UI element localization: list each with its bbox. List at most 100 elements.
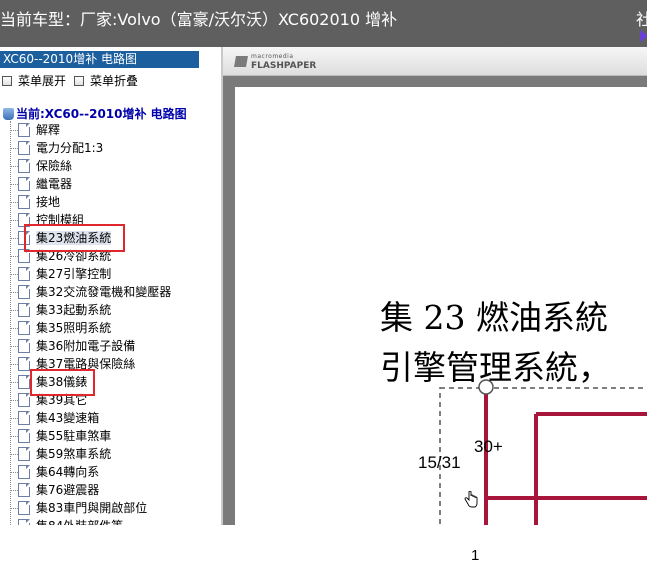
tree-item[interactable]: 集32交流發電機和變壓器 (10, 283, 171, 301)
viewer-toolbar: macromedia FLASHPAPER (223, 47, 647, 76)
flashpaper-logo-icon (234, 56, 248, 67)
terminal-label-30: 30+ (474, 437, 503, 456)
tree-item[interactable]: 集83車門與開啟部位 (10, 499, 147, 517)
highlight-box-fuel-system (24, 224, 125, 252)
tree-connector (10, 184, 18, 185)
hand-cursor-icon (464, 491, 478, 508)
tree-item[interactable]: 接地 (10, 193, 60, 211)
document-icon (18, 446, 30, 461)
page-heading-2: 引擎管理系統， (380, 348, 611, 387)
tree-item[interactable]: 集84外裝部件等 (10, 517, 123, 525)
tree-item[interactable]: 集59煞車系統 (10, 445, 111, 463)
tree-item-label: 集43變速箱 (36, 411, 100, 425)
logo-brand-big: FLASHPAPER (251, 61, 317, 71)
tree-item[interactable]: 繼電器 (10, 175, 72, 193)
document-icon (18, 140, 30, 155)
document-icon (18, 356, 30, 371)
document-icon (18, 320, 30, 335)
tree-connector (10, 274, 18, 275)
tree-item-label: 集59煞車系統 (36, 447, 112, 461)
tree-item[interactable]: 集27引擎控制 (10, 265, 111, 283)
tree-item-label: 集76避震器 (36, 483, 100, 497)
document-page[interactable]: 集 23 燃油系統 引擎管理系統， 30+ 15/31 1 (235, 87, 647, 564)
tree-connector (10, 508, 18, 509)
document-icon (18, 482, 30, 497)
tree-connector (10, 472, 18, 473)
tree-item-label: 集83車門與開啟部位 (36, 501, 148, 515)
tree-connector (10, 400, 18, 401)
document-icon (18, 338, 30, 353)
tree-item-label: 繼電器 (36, 177, 73, 191)
tree-item-label: 接地 (36, 195, 61, 209)
menu-collapse-label: 菜单折叠 (90, 74, 139, 88)
tree-connector (10, 382, 18, 383)
document-icon (18, 410, 30, 425)
tree-root[interactable]: 当前:XC60--2010增补 电路图 (3, 105, 187, 122)
tree-item[interactable]: 保險絲 (10, 157, 72, 175)
tree-connector (10, 364, 18, 365)
document-icon (18, 176, 30, 191)
tree-item-label: 集35照明系統 (36, 321, 112, 335)
tree-item[interactable]: 解釋 (10, 121, 60, 139)
tree-item-label: 電力分配1:3 (36, 141, 104, 155)
tree-item-label: 保險絲 (36, 159, 73, 173)
menu-collapse-button[interactable]: 菜单折叠 (74, 72, 138, 89)
tree-item-label: 解釋 (36, 123, 61, 137)
tree-item[interactable]: 集55駐車煞車 (10, 427, 111, 445)
document-icon (18, 158, 30, 173)
document-icon (18, 428, 30, 443)
tree-item-label: 集55駐車煞車 (36, 429, 112, 443)
tree-item-label: 集84外裝部件等 (36, 519, 123, 525)
tree-connector (10, 130, 18, 131)
tree-connector (10, 220, 18, 221)
tree-connector (10, 238, 18, 239)
tree-item-label: 集33起動系統 (36, 303, 112, 317)
tree-item[interactable]: 集43變速箱 (10, 409, 99, 427)
document-icon (18, 302, 30, 317)
tree-connector (10, 148, 18, 149)
document-icon (18, 122, 30, 137)
document-icon (18, 374, 30, 389)
root-folder-icon (3, 107, 14, 120)
tree-root-label: 当前:XC60--2010增补 电路图 (16, 107, 187, 121)
tree-item-label: 集32交流發電機和變壓器 (36, 285, 172, 299)
tree-item[interactable]: 集76避震器 (10, 481, 99, 499)
tree-connector (10, 310, 18, 311)
window-title: 当前车型：厂家:Volvo（富豪/沃尔沃）XC602010 增补 (0, 10, 398, 29)
terminal-label-15-31: 15/31 (418, 453, 461, 472)
tree-item-label: 集36附加電子設備 (36, 339, 136, 353)
tree-connector (10, 436, 18, 437)
logo-brand-small: macromedia (251, 53, 294, 60)
collapse-box-icon (74, 75, 84, 86)
tree-connector (10, 256, 18, 257)
sidebar-header: XC60--2010增补 电路图 (0, 51, 199, 68)
page-heading-1: 集 23 燃油系統 (380, 298, 608, 337)
tree-connector (10, 346, 18, 347)
document-icon (18, 518, 30, 525)
tree-item-label: 集64轉向系 (36, 465, 100, 479)
tree-item[interactable]: 集33起動系統 (10, 301, 111, 319)
menu-expand-button[interactable]: 菜单展开 (2, 72, 66, 89)
tree-item-label: 集27引擎控制 (36, 267, 112, 281)
tree-connector (10, 418, 18, 419)
document-icon (18, 392, 30, 407)
document-icon (18, 500, 30, 515)
document-icon (18, 464, 30, 479)
menu-expand-label: 菜单展开 (18, 74, 67, 88)
tree-connector (10, 454, 18, 455)
title-bar: 当前车型：厂家:Volvo（富豪/沃尔沃）XC602010 增补 社 (0, 0, 647, 47)
terminal-label-1: 1 (471, 547, 480, 564)
sidebar: XC60--2010增补 电路图 菜单展开 菜单折叠 当前:XC60--2010… (0, 47, 223, 525)
title-right-fragment: 社 (636, 10, 647, 29)
tree-connector (10, 490, 18, 491)
document-icon (18, 266, 30, 281)
play-arrow-icon[interactable] (640, 30, 647, 42)
tree-item[interactable]: 電力分配1:3 (10, 139, 103, 157)
tree-connector (10, 202, 18, 203)
document-viewer: macromedia FLASHPAPER 集 23 燃油系統 引擎管理系統， … (223, 47, 647, 564)
tree-item[interactable]: 集35照明系統 (10, 319, 111, 337)
tree-item[interactable]: 集64轉向系 (10, 463, 99, 481)
tree-connector (10, 292, 18, 293)
tree-item[interactable]: 集36附加電子設備 (10, 337, 135, 355)
document-icon (18, 284, 30, 299)
